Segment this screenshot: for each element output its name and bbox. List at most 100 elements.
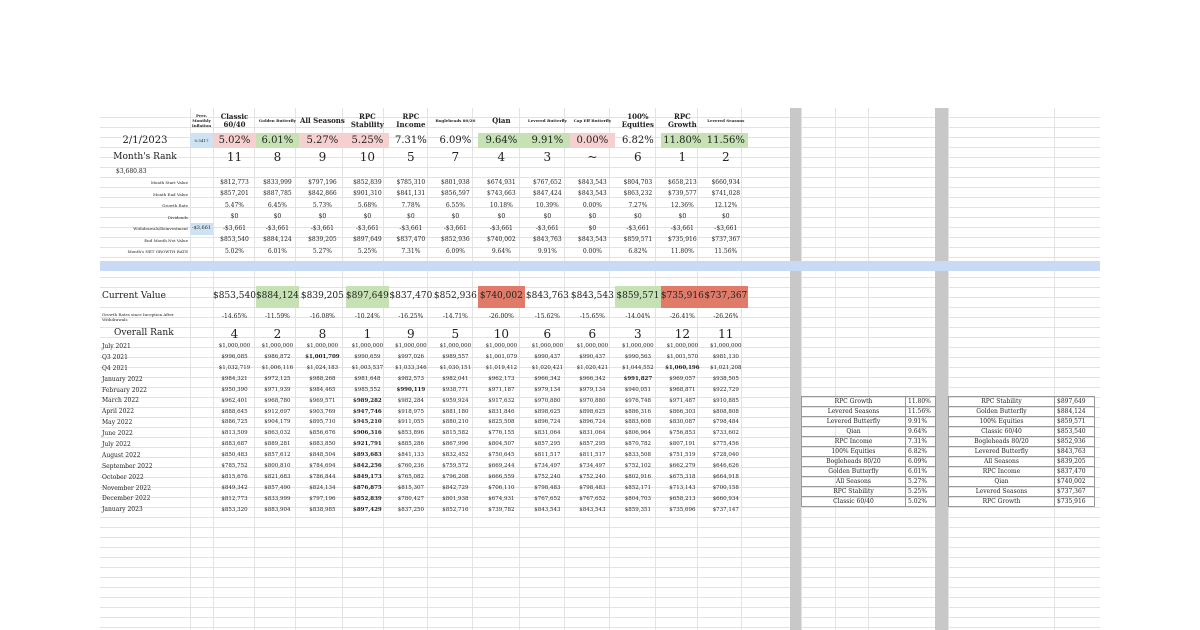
ranking-value: $735,916 — [1054, 496, 1095, 507]
value-cell: -$3,661 — [355, 224, 379, 232]
value-cell: -$3,661 — [714, 224, 738, 232]
history-value: $811,517 — [579, 452, 606, 459]
history-row: December 2022 $812,773 $833,999 $797,196 $85… — [100, 494, 748, 505]
ranking-value: 6.01% — [905, 466, 936, 477]
history-value: $1,000,000 — [485, 343, 518, 350]
ranking-value: $852,936 — [1054, 436, 1095, 447]
blank-cell — [615, 258, 661, 286]
blank-cell — [190, 472, 213, 483]
history-value: $838,985 — [309, 506, 336, 513]
gridline — [868, 108, 869, 630]
history-value: $852,839 — [353, 495, 382, 502]
history-value: $881,180 — [442, 408, 469, 415]
blank-cell — [190, 440, 213, 451]
ranking-row: Levered Butterfly $843,763 — [948, 446, 1095, 457]
history-value: $921,791 — [353, 441, 382, 448]
history-value: $1,033,346 — [395, 364, 427, 371]
history-value: $856,676 — [309, 430, 336, 437]
summary-growth: 6.09% — [439, 134, 472, 146]
history-value: $986,872 — [264, 354, 291, 361]
history-value: $968,780 — [264, 397, 291, 404]
month-rank: 2 — [721, 150, 730, 164]
ranking-row: RPC Growth 11.80% — [801, 396, 936, 407]
history-value: $883,608 — [624, 419, 651, 426]
history-value: $798,483 — [534, 484, 561, 491]
history-value: $880,210 — [442, 419, 469, 426]
row-label: End Month Net Value — [144, 237, 188, 243]
blank-cell — [615, 166, 661, 177]
history-value: $815,307 — [397, 484, 424, 491]
summary-growth: 5.02% — [213, 133, 256, 148]
history-value: $904,179 — [264, 419, 291, 426]
month-rank: 6 — [634, 150, 642, 164]
month-rank-row: Month's Rank 11 8 9 10 5 7 4 3 ~6 1 2 — [100, 148, 748, 166]
history-value: $1,000,000 — [531, 343, 564, 350]
column-header: Levered Seasons — [707, 118, 745, 123]
blank-cell — [190, 429, 213, 440]
history-value: $852,171 — [624, 484, 651, 491]
current-value: $737,367 — [703, 285, 748, 308]
ranking-name: Levered Seasons — [948, 486, 1055, 497]
overall-rank: 6 — [588, 326, 597, 341]
history-value: $1,000,000 — [218, 343, 251, 350]
history-value: $767,652 — [534, 495, 561, 502]
ranking-row: 100% Equities 6.82% — [801, 446, 936, 457]
inception-value: -26.26% — [713, 312, 739, 320]
ranking-row: Classic 60/40 5.02% — [801, 496, 936, 507]
history-value: $981,648 — [354, 375, 381, 382]
history-value: $985,552 — [354, 386, 381, 393]
month-label: December 2022 — [102, 495, 151, 503]
month-label: January 2022 — [102, 375, 143, 383]
blank-cell — [190, 363, 213, 374]
value-cell: 6.55% — [445, 201, 465, 209]
history-value: $984,465 — [309, 386, 336, 393]
ranking-value: $897,649 — [1054, 396, 1095, 407]
history-value: $1,000,000 — [261, 343, 294, 350]
history-value: $938,505 — [712, 375, 739, 382]
history-value: $1,000,000 — [395, 343, 427, 350]
ranking-value: 6.09% — [905, 456, 936, 467]
history-value: $857,490 — [264, 484, 291, 491]
inception-value: -16.08% — [309, 312, 335, 320]
history-value: $962,173 — [488, 375, 515, 382]
overall-rank: 8 — [318, 326, 327, 341]
month-label: April 2022 — [102, 408, 135, 416]
overall-rank: 11 — [718, 326, 734, 341]
overall-rank: 6 — [543, 326, 552, 341]
history-value: $897,429 — [353, 506, 382, 513]
blank-cell — [190, 308, 213, 326]
history-value: $852,716 — [442, 506, 469, 513]
current-value: $853,540 — [213, 291, 256, 301]
history-row: July 2022 $883,687 $889,281 $883,850 $921,79… — [100, 440, 748, 451]
spreadsheet-sheet[interactable]: Prev. Monthly Inflation Classic 60/40 Gold… — [100, 108, 1100, 630]
monthly-row: Month Start Value $812,773 $833,999 $797,19… — [100, 177, 748, 189]
history-value: $806,964 — [624, 430, 651, 437]
value-cell: 7.78% — [401, 201, 421, 209]
history-value: $776,155 — [488, 430, 515, 437]
column-header: Bogleheads 80/20 — [435, 118, 476, 123]
value-cell: 7.31% — [401, 247, 421, 255]
history-value: $812,773 — [221, 495, 248, 502]
history-value: $750,645 — [488, 452, 515, 459]
month-rank: 11 — [226, 150, 243, 164]
ranking-row: Bogleheads 80/20 6.09% — [801, 456, 936, 467]
month-label: March 2022 — [102, 397, 139, 405]
row-label: Month Start Value — [150, 180, 188, 186]
ranking-row: Qian 9.64% — [801, 426, 936, 437]
overall-rank-row: Overall Rank 4 2 8 1 9 5 10 6 6 3 12 11 — [100, 326, 748, 342]
inception-value: -14.04% — [625, 312, 651, 320]
history-value: $895,710 — [309, 419, 336, 426]
history-value: $1,000,000 — [576, 343, 609, 350]
ranking-name: Bogleheads 80/20 — [948, 436, 1055, 447]
value-cell: -$3,661 — [489, 224, 513, 232]
month-label: November 2022 — [102, 484, 151, 492]
history-value: $785,752 — [221, 462, 248, 469]
history-value: $849,342 — [221, 484, 248, 491]
spacer-row — [100, 258, 748, 286]
history-value: $989,282 — [353, 397, 382, 404]
history-value: $700,158 — [712, 484, 739, 491]
value-cell: $847,424 — [533, 190, 562, 198]
month-label: Q3 2021 — [102, 353, 128, 361]
blank-cell — [190, 246, 213, 258]
gridline — [1054, 108, 1055, 630]
